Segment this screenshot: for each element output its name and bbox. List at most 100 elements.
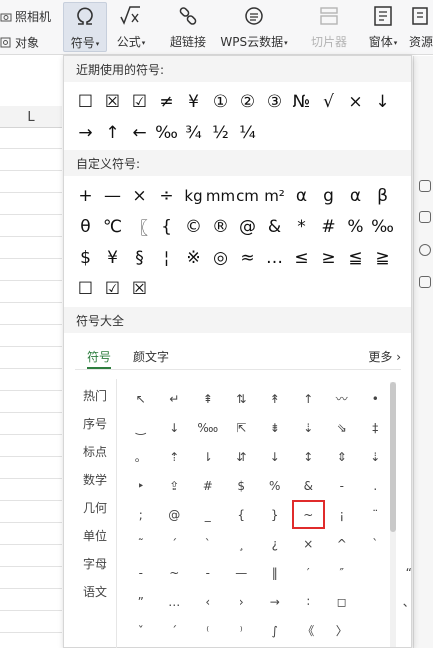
library-symbol[interactable]: } <box>258 500 292 529</box>
library-symbol[interactable]: ⇣ <box>359 442 393 471</box>
symbol-button[interactable]: 符号▾ <box>63 2 107 52</box>
library-symbol[interactable]: 、 <box>392 587 426 616</box>
library-symbol[interactable]: - <box>325 471 359 500</box>
wps-cloud-data-button[interactable]: WPS云数据▾ <box>216 2 292 52</box>
library-symbol[interactable]: ; <box>124 500 158 529</box>
custom-symbol[interactable]: ☑ <box>99 273 126 304</box>
library-symbol[interactable]: ⇘ <box>325 413 359 442</box>
symbol-category-item[interactable]: 序号 <box>76 409 116 437</box>
library-symbol[interactable]: % <box>258 471 292 500</box>
library-symbol[interactable]: ~ <box>291 500 325 529</box>
symbol-scrollbar-thumb[interactable] <box>390 382 396 532</box>
library-symbol[interactable]: ◻ <box>325 587 359 616</box>
form-button[interactable]: 窗体▾ <box>363 2 403 52</box>
library-symbol[interactable]: ⇱ <box>225 413 259 442</box>
library-symbol[interactable]: • <box>359 384 393 413</box>
library-symbol[interactable]: 《 <box>292 616 326 645</box>
library-symbol[interactable]: ‿ <box>124 413 158 442</box>
custom-symbol[interactable]: ÷ <box>153 180 180 211</box>
library-symbol[interactable]: › <box>225 587 259 616</box>
library-symbol[interactable]: ˋ <box>191 529 225 558</box>
custom-symbol[interactable]: © <box>180 211 207 242</box>
custom-symbol[interactable]: mm <box>206 180 235 211</box>
symbol-category-item[interactable]: 字母 <box>76 549 116 577</box>
library-symbol[interactable]: ″ <box>325 558 359 587</box>
recent-symbol[interactable]: ☐ <box>72 86 99 117</box>
library-symbol[interactable]: ⇟ <box>258 413 292 442</box>
recent-symbol[interactable]: ③ <box>261 86 288 117</box>
side-tool-icon[interactable] <box>419 211 431 223</box>
library-symbol[interactable]: _ <box>191 500 225 529</box>
library-symbol[interactable]: ‱ <box>191 413 225 442</box>
library-symbol[interactable]: ^ <box>325 529 359 558</box>
custom-symbol[interactable]: & <box>261 211 288 242</box>
library-symbol[interactable]: ↓ <box>158 413 192 442</box>
custom-symbol[interactable]: α <box>342 180 369 211</box>
library-symbol[interactable]: ⇕ <box>325 442 359 471</box>
symbol-category-item[interactable]: 数学 <box>76 465 116 493</box>
custom-symbol[interactable]: § <box>126 242 153 273</box>
recent-symbol[interactable]: ① <box>207 86 234 117</box>
custom-symbol[interactable]: ◎ <box>207 242 234 273</box>
symbol-category-item[interactable]: 几何 <box>76 493 116 521</box>
custom-symbol[interactable]: β <box>369 180 396 211</box>
custom-symbol[interactable]: ¦ <box>153 242 180 273</box>
custom-symbol[interactable]: ※ <box>180 242 207 273</box>
library-symbol[interactable]: ” <box>124 587 158 616</box>
library-symbol[interactable]: ¸ <box>225 529 259 558</box>
library-symbol[interactable]: & <box>292 471 326 500</box>
library-symbol[interactable]: ‣ <box>124 471 158 500</box>
library-symbol[interactable]: ↓ <box>258 442 292 471</box>
library-symbol[interactable]: . <box>359 471 393 500</box>
custom-symbol[interactable]: * <box>288 211 315 242</box>
custom-symbol[interactable]: ‰ <box>369 211 396 242</box>
custom-symbol[interactable]: $ <box>72 242 99 273</box>
library-symbol[interactable]: ↕ <box>292 442 326 471</box>
symbol-category-item[interactable]: 标点 <box>76 437 116 465</box>
library-symbol[interactable]: ↵ <box>158 384 192 413</box>
library-symbol[interactable]: ∫ <box>258 616 292 645</box>
library-symbol[interactable]: ¿ <box>258 529 292 558</box>
library-symbol[interactable]: $ <box>225 471 259 500</box>
library-symbol[interactable]: ⁾ <box>225 616 259 645</box>
custom-symbol[interactable]: % <box>342 211 369 242</box>
library-symbol[interactable]: ‡ <box>359 413 393 442</box>
hyperlink-button[interactable]: 超链接 <box>166 2 210 52</box>
library-symbol[interactable]: @ <box>158 500 192 529</box>
recent-symbol[interactable]: ← <box>126 117 153 148</box>
custom-symbol[interactable]: ¥ <box>99 242 126 273</box>
slicer-button[interactable]: 切片器 <box>307 2 351 52</box>
library-symbol[interactable]: ~ <box>158 558 192 587</box>
custom-symbol[interactable]: kg <box>180 180 207 211</box>
library-symbol[interactable]: ‹ <box>191 587 225 616</box>
library-symbol[interactable]: ⇡ <box>158 442 192 471</box>
recent-symbol[interactable]: ↑ <box>99 117 126 148</box>
custom-symbol[interactable]: ☐ <box>72 273 99 304</box>
library-symbol[interactable]: ˊ <box>158 616 192 645</box>
library-symbol[interactable]: 〰 <box>325 384 359 413</box>
library-symbol[interactable]: ↖ <box>124 384 158 413</box>
library-symbol[interactable]: ˊ <box>158 529 192 558</box>
recent-symbol[interactable]: ¾ <box>180 117 207 148</box>
library-symbol[interactable]: ↟ <box>258 384 292 413</box>
custom-symbol[interactable]: α <box>288 180 315 211</box>
recent-symbol[interactable]: ↓ <box>369 86 396 117</box>
recent-symbol[interactable]: √ <box>315 86 342 117</box>
library-symbol[interactable]: ˇ <box>124 616 158 645</box>
library-symbol[interactable]: - <box>124 558 158 587</box>
custom-symbol[interactable]: ≤ <box>288 242 315 273</box>
object-button[interactable]: 对象 <box>0 34 39 51</box>
side-tool-icon[interactable] <box>419 244 431 256</box>
library-symbol[interactable]: ′ <box>292 558 326 587</box>
library-symbol[interactable]: ˜ <box>124 529 158 558</box>
custom-symbol[interactable]: ≦ <box>342 242 369 273</box>
library-symbol[interactable]: — <box>225 558 259 587</box>
custom-symbol[interactable]: θ <box>72 211 99 242</box>
library-symbol[interactable]: ‖ <box>258 558 292 587</box>
library-symbol[interactable]: ⇪ <box>158 471 192 500</box>
symbol-category-item[interactable]: 单位 <box>76 521 116 549</box>
custom-symbol[interactable]: g <box>315 180 342 211</box>
recent-symbol[interactable]: ☒ <box>99 86 126 117</box>
tab-symbols[interactable]: 符号 <box>87 348 112 369</box>
library-symbol[interactable]: { <box>225 500 259 529</box>
